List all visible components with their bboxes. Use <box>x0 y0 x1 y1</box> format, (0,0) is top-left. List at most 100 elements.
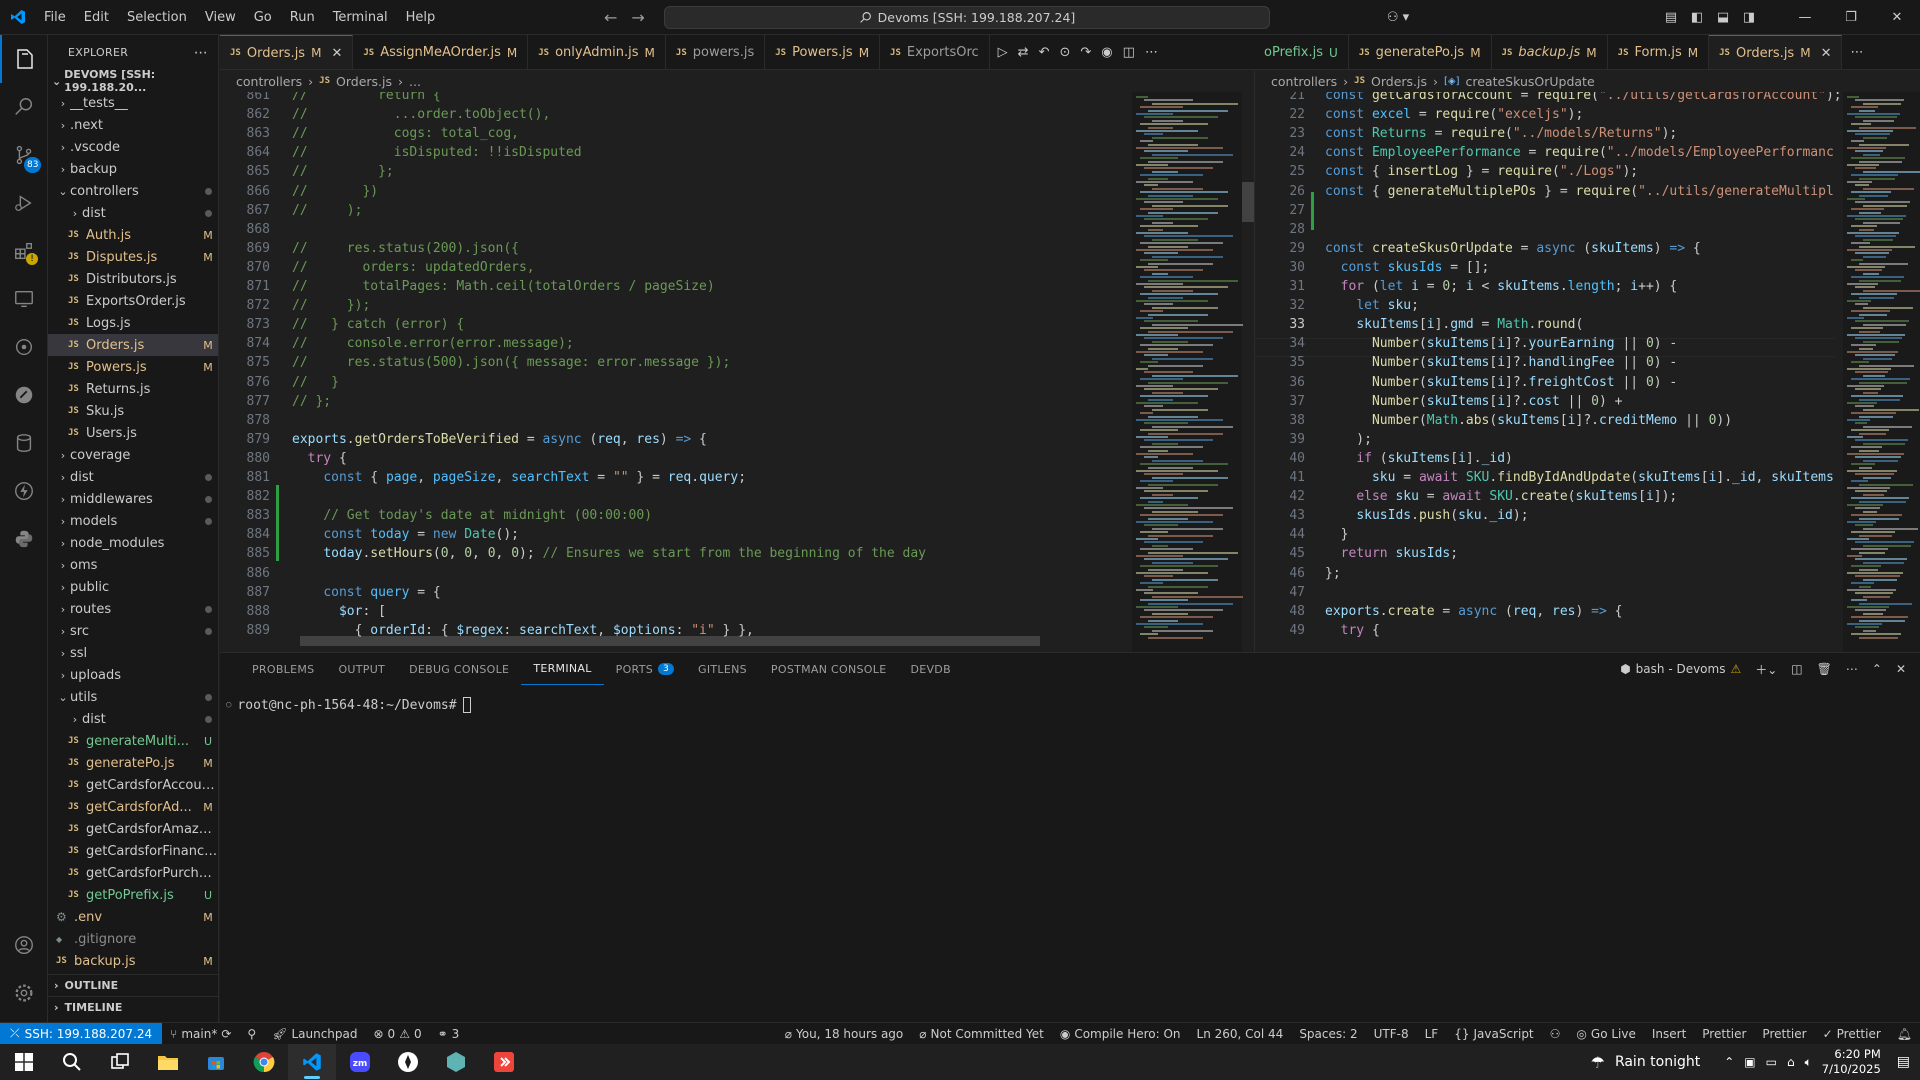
folder-middlewares[interactable]: › middlewares <box>48 488 218 510</box>
compile-hero-item[interactable]: ◉ Compile Hero: On <box>1052 1027 1189 1041</box>
breadcrumb-item[interactable]: createSkusOrUpdate <box>1466 74 1595 89</box>
folder-dist[interactable]: › dist <box>48 708 218 730</box>
file-getcardsforamazon-js[interactable]: JS getCardsforAmazon.js <box>48 818 218 840</box>
file-distributors-js[interactable]: JS Distributors.js <box>48 268 218 290</box>
tab-orders-js[interactable]: JS Orders.js M ✕ <box>220 35 354 69</box>
more-actions-icon[interactable]: ⋯ <box>1145 45 1158 60</box>
folder-vscode[interactable]: › .vscode <box>48 136 218 158</box>
branch-indicator[interactable]: ⑂ main* ⟳ <box>162 1027 239 1041</box>
prettier-item-3[interactable]: ✓ Prettier <box>1815 1027 1889 1041</box>
anydesk-taskbar-icon[interactable] <box>480 1044 528 1080</box>
file-returns-js[interactable]: JS Returns.js <box>48 378 218 400</box>
previous-change-icon[interactable]: ↶ <box>1039 45 1050 60</box>
folder-dist[interactable]: › dist <box>48 202 218 224</box>
maximize-panel-icon[interactable]: ⌃ <box>1872 662 1882 676</box>
weather-label[interactable]: Rain tonight <box>1615 1054 1700 1070</box>
file-disputes-js[interactable]: JS Disputes.js M <box>48 246 218 268</box>
left-vertical-scrollbar[interactable] <box>1242 182 1254 222</box>
app-circle-taskbar-icon[interactable] <box>384 1044 432 1080</box>
panel-tab-ports[interactable]: PORTS 3 <box>604 653 686 685</box>
vscode-taskbar-icon[interactable] <box>288 1044 336 1080</box>
weather-icon[interactable]: ☂ <box>1591 1053 1605 1072</box>
menu-edit[interactable]: Edit <box>75 0 118 35</box>
file-logs-js[interactable]: JS Logs.js <box>48 312 218 334</box>
breadcrumb-item[interactable]: ... <box>409 74 421 89</box>
folder-models[interactable]: › models <box>48 510 218 532</box>
panel-tab-postman-console[interactable]: POSTMAN CONSOLE <box>759 653 899 685</box>
file-explorer-taskbar-icon[interactable] <box>144 1044 192 1080</box>
back-arrow-icon[interactable]: ← <box>604 8 617 27</box>
file-getcardsforpurchasi[interactable]: JS getCardsforPurchasi... <box>48 862 218 884</box>
go-live-item[interactable]: ◎ Go Live <box>1568 1027 1643 1041</box>
source-control-icon[interactable]: 83 <box>0 131 48 179</box>
file-generatepo-js[interactable]: JS generatePo.js M <box>48 752 218 774</box>
file-sku-js[interactable]: JS Sku.js <box>48 400 218 422</box>
insert-mode[interactable]: Insert <box>1644 1027 1694 1041</box>
tab-backup-js[interactable]: JS backup.js M <box>1492 35 1608 69</box>
panel-tab-output[interactable]: OUTPUT <box>326 653 397 685</box>
tab-form-js[interactable]: JS Form.js M <box>1608 35 1710 69</box>
breadcrumb-item[interactable]: controllers <box>236 74 302 89</box>
folder-node-modules[interactable]: › node_modules <box>48 532 218 554</box>
left-code-editor[interactable]: 861 // return {862 // ...order.toObject(),… <box>220 92 1254 652</box>
close-tab-icon[interactable]: ✕ <box>1821 46 1832 61</box>
volume-icon[interactable]: 🔈︎ <box>1805 1055 1812 1070</box>
minimize-icon[interactable]: — <box>1782 10 1828 25</box>
file-exportsorder-js[interactable]: JS ExportsOrder.js <box>48 290 218 312</box>
live-share-icon[interactable]: ◉ <box>1101 45 1112 60</box>
menu-file[interactable]: File <box>35 0 75 35</box>
breadcrumb-item[interactable]: controllers <box>1271 74 1337 89</box>
panel-tab-terminal[interactable]: TERMINAL <box>521 653 604 685</box>
right-minimap[interactable] <box>1843 92 1920 652</box>
database-icon[interactable] <box>0 419 48 467</box>
folder-controllers[interactable]: ⌄ controllers <box>48 180 218 202</box>
toggle-panel-icon[interactable]: ⬓ <box>1710 10 1736 25</box>
copilot-icon[interactable]: ⚇ ▾ <box>1378 10 1418 25</box>
copilot-status[interactable]: ⚇ <box>1542 1027 1569 1041</box>
close-window-icon[interactable]: ✕ <box>1874 10 1920 25</box>
more-actions-icon[interactable]: ⋯ <box>1846 662 1858 676</box>
menu-view[interactable]: View <box>196 0 245 35</box>
more-actions-icon[interactable]: ⋯ <box>194 45 208 61</box>
close-tab-icon[interactable]: ✕ <box>331 46 342 61</box>
extensions-icon[interactable]: ! <box>0 227 48 275</box>
folder-public[interactable]: › public <box>48 576 218 598</box>
file-auth-js[interactable]: JS Auth.js M <box>48 224 218 246</box>
tab-orders-js[interactable]: JS Orders.js M ✕ <box>1709 35 1843 69</box>
encoding[interactable]: UTF-8 <box>1366 1027 1417 1041</box>
language-mode[interactable]: {} JavaScript <box>1446 1027 1541 1041</box>
customize-layout-icon[interactable]: ▤ <box>1658 10 1684 25</box>
chrome-taskbar-icon[interactable] <box>240 1044 288 1080</box>
file-getcardsforaccount-js[interactable]: JS getCardsforAccount.js <box>48 774 218 796</box>
close-panel-icon[interactable]: ✕ <box>1896 662 1906 676</box>
compare-changes-icon[interactable]: ⇄ <box>1018 45 1029 60</box>
account-icon[interactable] <box>0 921 48 969</box>
split-editor-icon[interactable]: ◫ <box>1123 45 1135 60</box>
panel-tab-devdb[interactable]: DEVDB <box>898 653 962 685</box>
gitlens-icon[interactable] <box>0 323 48 371</box>
panel-tab-problems[interactable]: PROBLEMS <box>240 653 326 685</box>
tab-assignmeaorder-js[interactable]: JS AssignMeAOrder.js M <box>353 35 529 69</box>
folder-backup[interactable]: › backup <box>48 158 218 180</box>
clock[interactable]: 6:20 PM 7/10/2025 <box>1822 1047 1881 1077</box>
file-getcardsforfinance-js[interactable]: JS getCardsforFinance.js <box>48 840 218 862</box>
kill-terminal-icon[interactable]: 🗑 <box>1817 662 1832 676</box>
run-debug-icon[interactable] <box>0 179 48 227</box>
more-actions-icon[interactable]: ⋯ <box>1850 45 1863 60</box>
new-terminal-icon[interactable]: ＋⌄ <box>1755 661 1777 678</box>
folder-tests[interactable]: › __tests__ <box>48 92 218 114</box>
postman-icon[interactable] <box>0 371 48 419</box>
remote-indicator[interactable]: ⤫ SSH: 199.188.207.24 <box>0 1022 163 1045</box>
menu-terminal[interactable]: Terminal <box>324 0 397 35</box>
outline-section[interactable]: › OUTLINE <box>48 974 218 996</box>
panel-tab-debug-console[interactable]: DEBUG CONSOLE <box>397 653 521 685</box>
tab-oprefix-js[interactable]: oPrefix.js U <box>1254 35 1349 69</box>
folder-dist[interactable]: › dist <box>48 466 218 488</box>
workspace-root[interactable]: ⌄ DEVOMS [SSH: 199.188.20... <box>48 68 218 94</box>
problems-indicator[interactable]: ⊗ 0 ⚠ 0 <box>365 1027 429 1041</box>
file-getcardsforad[interactable]: JS getCardsforAd... M <box>48 796 218 818</box>
launchpad-item[interactable]: 🚀︎ Launchpad <box>264 1027 365 1041</box>
git-blame-item[interactable]: ⌀ You, 18 hours ago <box>777 1027 912 1041</box>
menu-help[interactable]: Help <box>397 0 445 35</box>
tray-app-icon[interactable]: ▣ <box>1744 1055 1755 1069</box>
